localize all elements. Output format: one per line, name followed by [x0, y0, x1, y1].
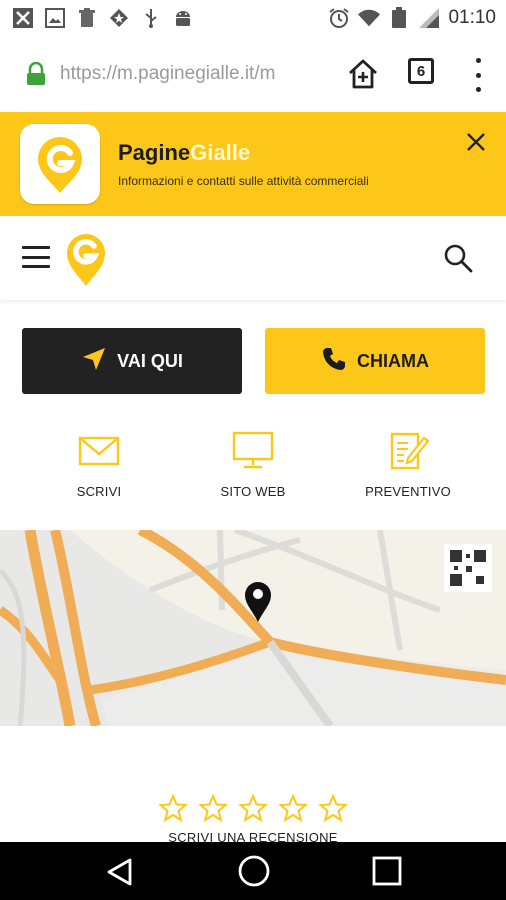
quote-action[interactable]: PREVENTIVO	[338, 430, 478, 499]
star-icon[interactable]	[239, 794, 267, 822]
go-here-button[interactable]: VAI QUI	[22, 328, 242, 394]
search-icon[interactable]	[442, 242, 474, 274]
close-box-icon	[12, 7, 34, 29]
write-action[interactable]: SCRIVI	[29, 430, 169, 499]
lock-icon	[24, 61, 48, 86]
app-name-part2: Gialle	[190, 140, 251, 165]
url-field[interactable]: https://m.paginegialle.it/m	[60, 63, 330, 85]
navigation-arrow-icon	[81, 346, 107, 377]
site-header	[0, 216, 506, 300]
website-label: SITO WEB	[220, 484, 286, 499]
edit-form-icon	[390, 432, 430, 470]
system-nav-bar	[0, 842, 506, 900]
status-bar: 01:10	[0, 0, 506, 36]
quote-label: PREVENTIVO	[365, 484, 451, 499]
recents-icon[interactable]	[371, 855, 403, 887]
write-label: SCRIVI	[76, 484, 122, 499]
battery-icon	[388, 7, 410, 29]
home-plus-icon[interactable]	[346, 57, 380, 91]
pg-pin-logo-icon[interactable]	[64, 232, 108, 288]
android-icon	[172, 7, 194, 29]
call-label: CHIAMA	[357, 350, 429, 371]
more-vertical-icon[interactable]	[472, 58, 484, 92]
app-subtitle: Informazioni e contatti sulle attività c…	[118, 174, 369, 188]
star-icon[interactable]	[279, 794, 307, 822]
star-badge-icon	[108, 7, 130, 29]
phone-icon	[321, 346, 347, 377]
app-name: PagineGialle	[118, 140, 250, 166]
go-here-label: VAI QUI	[117, 350, 183, 371]
call-button[interactable]: CHIAMA	[265, 328, 485, 394]
browser-toolbar: https://m.paginegialle.it/m 6	[0, 36, 506, 112]
star-icon[interactable]	[319, 794, 347, 822]
envelope-icon	[78, 436, 120, 466]
monitor-icon	[232, 431, 274, 469]
alarm-icon	[328, 7, 350, 29]
rating-stars[interactable]	[159, 794, 347, 822]
star-icon[interactable]	[199, 794, 227, 822]
menu-icon[interactable]	[22, 246, 50, 268]
star-icon[interactable]	[159, 794, 187, 822]
app-name-part1: Pagine	[118, 140, 191, 165]
qr-code-icon	[444, 544, 492, 592]
app-icon	[20, 124, 100, 204]
recycle-icon	[76, 7, 98, 29]
usb-icon	[140, 7, 162, 29]
tabs-button[interactable]: 6	[408, 58, 434, 84]
action-row: SCRIVI SITO WEB PREVENTIVO	[0, 430, 506, 500]
location-map[interactable]	[0, 530, 506, 726]
signal-icon	[418, 7, 440, 29]
close-icon[interactable]	[462, 128, 490, 156]
clock: 01:10	[448, 7, 496, 28]
back-icon[interactable]	[104, 856, 136, 888]
map-canvas	[0, 530, 506, 726]
website-action[interactable]: SITO WEB	[183, 430, 323, 499]
image-icon	[44, 7, 66, 29]
home-icon[interactable]	[237, 854, 271, 888]
app-banner[interactable]: PagineGialle Informazioni e contatti sul…	[0, 112, 506, 216]
wifi-icon	[358, 7, 381, 29]
